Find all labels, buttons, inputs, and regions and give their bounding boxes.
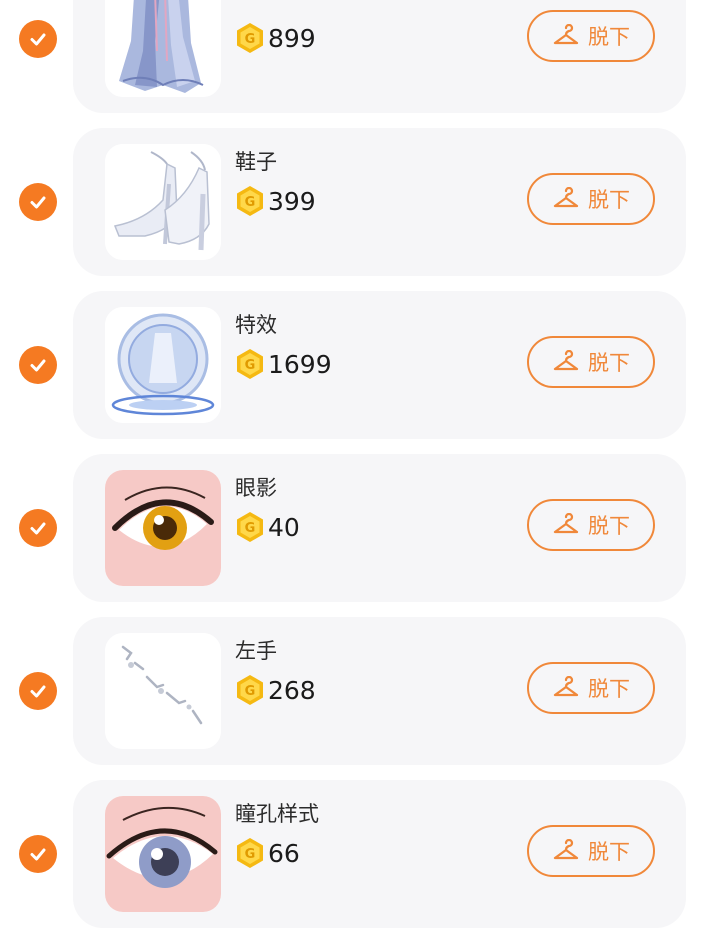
item-card: 特效 G 1699 脱下 <box>73 291 686 439</box>
item-name: 特效 <box>235 313 277 337</box>
item-name: 鞋子 <box>235 150 277 174</box>
price-value: 40 <box>268 512 300 542</box>
item-card: 眼影 G 40 脱下 <box>73 454 686 602</box>
selected-check-icon[interactable] <box>19 20 57 58</box>
item-name: 眼影 <box>235 476 277 500</box>
price-value: 399 <box>268 186 316 216</box>
list-item: 瞳孔样式 G 66 脱下 <box>0 780 707 928</box>
item-price: G 268 <box>235 674 316 706</box>
coin-icon: G <box>237 23 263 53</box>
golden-eye-thumbnail-icon <box>105 470 221 586</box>
svg-text:G: G <box>245 32 256 47</box>
take-off-button[interactable]: 脱下 <box>527 10 655 62</box>
list-item: 眼影 G 40 脱下 <box>0 454 707 602</box>
item-card: 瞳孔样式 G 66 脱下 <box>73 780 686 928</box>
blue-pupil-thumbnail-icon <box>105 796 221 912</box>
hanger-icon <box>553 350 579 371</box>
price-value: 1699 <box>268 349 332 379</box>
list-item: 特效 G 1699 脱下 <box>0 291 707 439</box>
svg-text:G: G <box>245 195 256 210</box>
coin-icon: G <box>237 675 263 705</box>
list-item: 左手 G 268 脱下 <box>0 617 707 765</box>
take-off-button[interactable]: 脱下 <box>527 825 655 877</box>
selected-check-icon[interactable] <box>19 183 57 221</box>
hanger-icon <box>553 187 579 208</box>
hanger-icon <box>553 513 579 534</box>
item-price: G 1699 <box>235 348 332 380</box>
coin-icon: G <box>237 512 263 542</box>
take-off-button[interactable]: 脱下 <box>527 662 655 714</box>
take-off-button[interactable]: 脱下 <box>527 173 655 225</box>
item-name: 左手 <box>235 639 277 663</box>
svg-text:G: G <box>245 521 256 536</box>
item-card: 左手 G 268 脱下 <box>73 617 686 765</box>
aura-effect-thumbnail-icon <box>105 307 221 423</box>
hanger-icon <box>553 839 579 860</box>
selected-check-icon[interactable] <box>19 672 57 710</box>
list-item: G 899 脱下 <box>0 0 707 113</box>
take-off-label: 脱下 <box>588 25 630 49</box>
coin-icon: G <box>237 838 263 868</box>
svg-text:G: G <box>245 847 256 862</box>
hanger-icon <box>553 24 579 45</box>
price-value: 899 <box>268 23 316 53</box>
item-price: G 40 <box>235 511 300 543</box>
svg-text:G: G <box>245 358 256 373</box>
item-price: G 399 <box>235 185 316 217</box>
take-off-label: 脱下 <box>588 351 630 375</box>
coin-icon: G <box>237 349 263 379</box>
item-card: G 899 脱下 <box>73 0 686 113</box>
list-item: 鞋子 G 399 脱下 <box>0 128 707 276</box>
price-value: 268 <box>268 675 316 705</box>
take-off-button[interactable]: 脱下 <box>527 336 655 388</box>
item-price: G 899 <box>235 22 316 54</box>
item-card: 鞋子 G 399 脱下 <box>73 128 686 276</box>
take-off-label: 脱下 <box>588 677 630 701</box>
crystal-heels-thumbnail-icon <box>105 144 221 260</box>
selected-check-icon[interactable] <box>19 509 57 547</box>
outfit-item-list: G 899 脱下 鞋子 G 399 脱下 特效 G 1699 脱下 眼影 G 4… <box>0 0 707 928</box>
hanger-icon <box>553 676 579 697</box>
selected-check-icon[interactable] <box>19 346 57 384</box>
price-value: 66 <box>268 838 300 868</box>
selected-check-icon[interactable] <box>19 835 57 873</box>
item-price: G 66 <box>235 837 300 869</box>
take-off-label: 脱下 <box>588 840 630 864</box>
take-off-label: 脱下 <box>588 188 630 212</box>
take-off-label: 脱下 <box>588 514 630 538</box>
left-hand-accessory-thumbnail-icon <box>105 633 221 749</box>
coin-icon: G <box>237 186 263 216</box>
svg-text:G: G <box>245 684 256 699</box>
take-off-button[interactable]: 脱下 <box>527 499 655 551</box>
dress-hem-thumbnail-icon <box>105 0 221 97</box>
item-name: 瞳孔样式 <box>235 802 319 826</box>
